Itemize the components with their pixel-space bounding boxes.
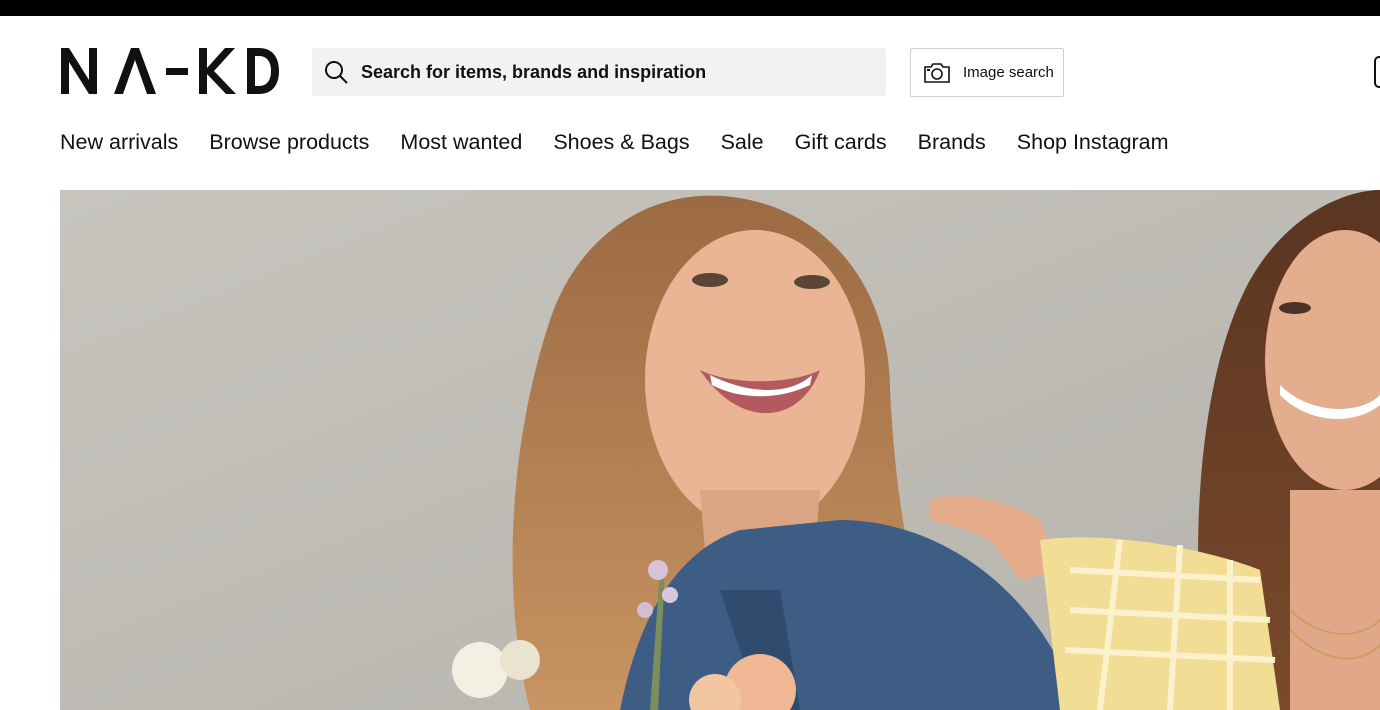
naked-logo[interactable]	[59, 48, 279, 94]
image-search-button[interactable]: Image search	[910, 48, 1064, 97]
nav-item-shop-instagram[interactable]: Shop Instagram	[1017, 128, 1169, 158]
nav-item-most-wanted[interactable]: Most wanted	[400, 128, 522, 158]
camera-icon	[923, 62, 951, 84]
nav-item-sale[interactable]: Sale	[721, 128, 764, 158]
nav-item-new-arrivals[interactable]: New arrivals	[60, 128, 178, 158]
nav-item-shoes-bags[interactable]: Shoes & Bags	[553, 128, 689, 158]
hero-banner[interactable]	[60, 190, 1380, 710]
nav-item-browse-products[interactable]: Browse products	[209, 128, 369, 158]
main-navigation: New arrivals Browse products Most wanted…	[60, 128, 1200, 158]
search-input[interactable]	[361, 61, 886, 83]
top-strip	[0, 0, 1380, 16]
nav-item-brands[interactable]: Brands	[918, 128, 986, 158]
image-search-label: Image search	[963, 64, 1054, 81]
hero-banner-image	[60, 190, 1380, 710]
search-icon	[324, 60, 348, 84]
nav-item-gift-cards[interactable]: Gift cards	[795, 128, 887, 158]
search-bar[interactable]	[312, 48, 886, 96]
bag-icon[interactable]	[1374, 56, 1380, 88]
